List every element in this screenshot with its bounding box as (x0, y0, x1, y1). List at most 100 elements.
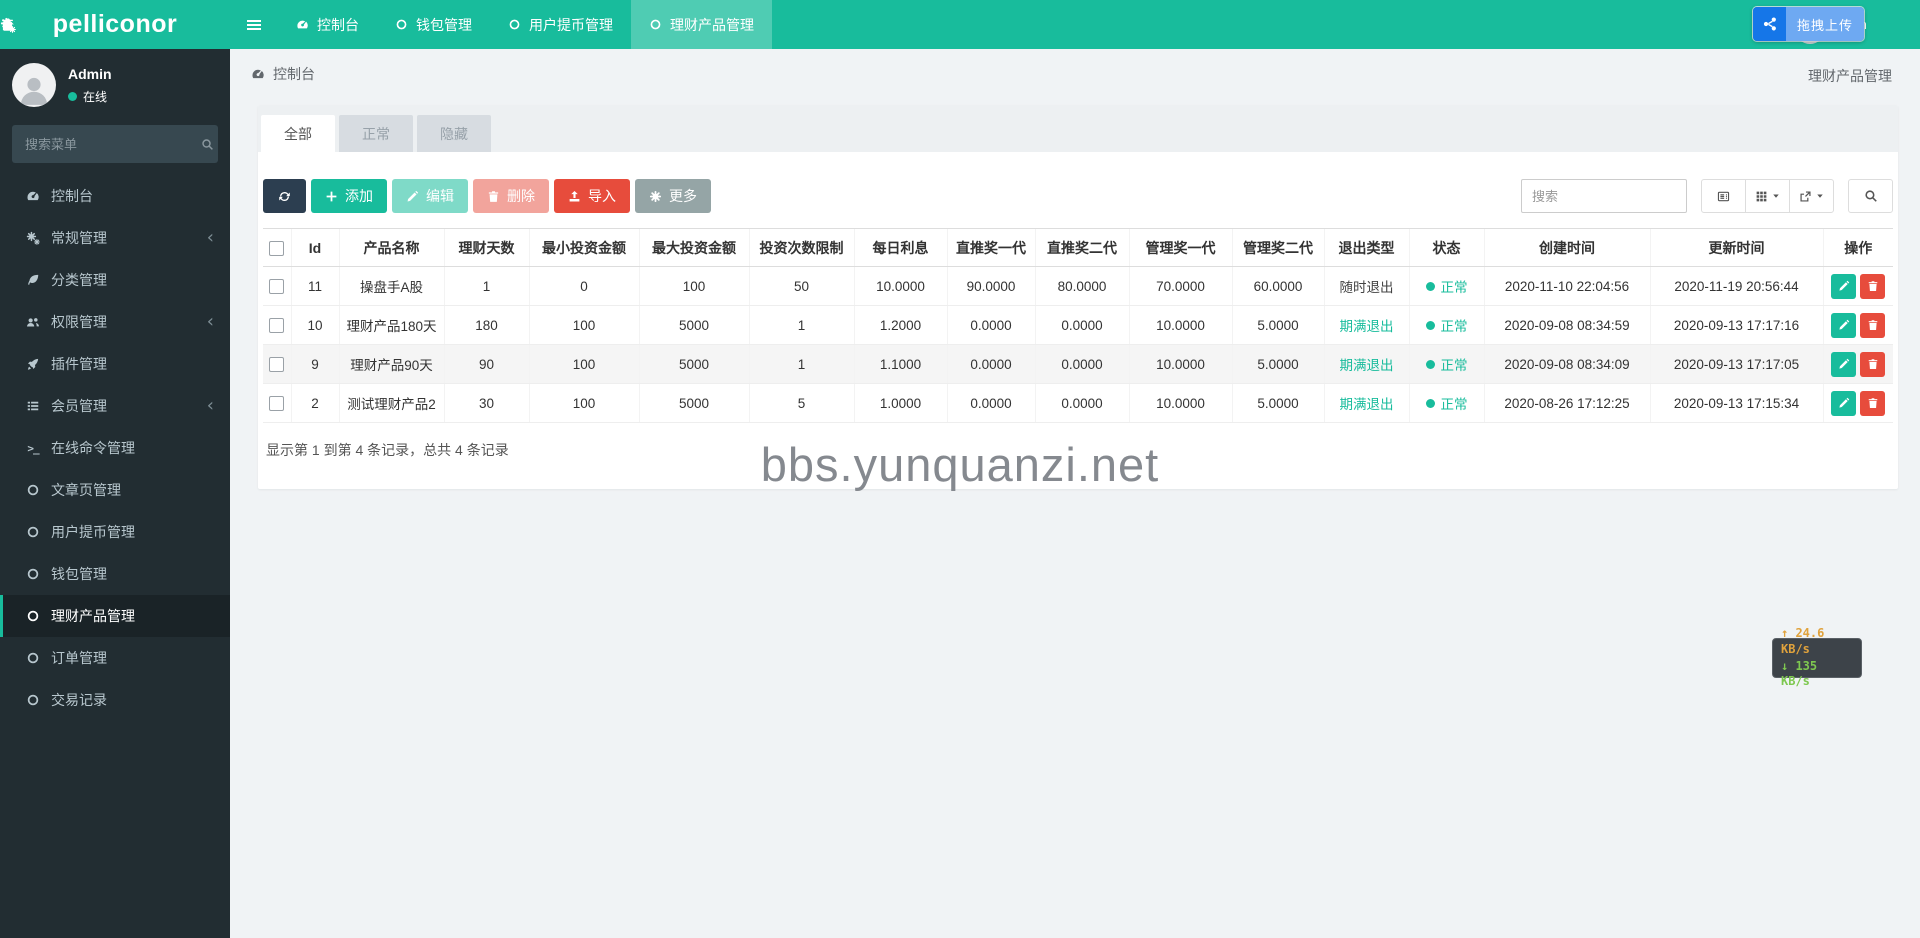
cell-direct1: 0.0000 (946, 383, 1035, 423)
table-header-row: Id 产品名称 理财天数 最小投资金额 最大投资金额 投资次数限制 每日利息 直推奖一代 直推奖… (263, 228, 1893, 267)
menu-search-input[interactable] (25, 136, 201, 152)
detail-view-button[interactable] (1701, 179, 1746, 213)
row-edit-button[interactable] (1831, 351, 1857, 377)
filter-tab-1[interactable]: 全部 (261, 115, 335, 152)
add-button[interactable]: 添加 (311, 179, 387, 213)
cell-actions (1822, 266, 1893, 306)
col-header-5[interactable]: 最大投资金额 (638, 228, 749, 267)
import-button[interactable]: 导入 (554, 179, 630, 213)
table-row-9: 9 理财产品90天 90 100 5000 1 1.1000 0.0000 0.0000 10.0… (263, 344, 1893, 384)
table-search-input[interactable] (1521, 179, 1687, 213)
topnav-tab-label: 控制台 (317, 16, 359, 33)
cell-min: 100 (528, 383, 639, 423)
columns-button[interactable] (1745, 179, 1790, 213)
cell-updated: 2020-09-13 17:17:05 (1649, 344, 1823, 384)
row-checkbox[interactable] (269, 278, 285, 294)
sidebar-item-12[interactable]: 订单管理 (0, 637, 230, 679)
sidebar-item-label: 订单管理 (51, 650, 107, 666)
sidebar-item-10[interactable]: 钱包管理 (0, 553, 230, 595)
delete-button[interactable]: 删除 (473, 179, 549, 213)
col-header-11[interactable]: 管理奖二代 (1231, 228, 1324, 267)
more-button[interactable]: 更多 (635, 179, 711, 213)
panel-body: 添加 编辑 删除 导入 更多 Id产品名称 (258, 152, 1898, 460)
upload-icon (568, 190, 581, 203)
breadcrumb[interactable]: 控制台 (251, 64, 315, 84)
topnav-tab-2[interactable]: 钱包管理 (377, 0, 490, 49)
caret-down-icon (1816, 192, 1824, 200)
sidebar: Admin 在线 控制台常规管理 ‹ 分类管理权限管理 ‹ 插件管理会员管理 ‹ >_ 在线命… (0, 49, 230, 938)
row-delete-button[interactable] (1860, 390, 1886, 416)
sidebar-item-5[interactable]: 插件管理 (0, 343, 230, 385)
filter-tab-3[interactable]: 隐藏 (417, 115, 491, 152)
row-edit-button[interactable] (1831, 312, 1857, 338)
topnav-tab-3[interactable]: 用户提币管理 (490, 0, 631, 49)
col-header-2[interactable]: 产品名称 (338, 228, 444, 267)
refresh-button[interactable] (263, 179, 306, 213)
circle-o-icon (22, 567, 44, 581)
col-header-1[interactable]: Id (290, 228, 339, 267)
col-header-12[interactable]: 退出类型 (1323, 228, 1409, 267)
cell-created: 2020-08-26 17:12:25 (1483, 383, 1650, 423)
row-delete-button[interactable] (1860, 312, 1886, 338)
sidebar-item-4[interactable]: 权限管理 ‹ (0, 301, 230, 343)
edit-button[interactable]: 编辑 (392, 179, 468, 213)
filter-tab-2[interactable]: 正常 (339, 115, 413, 152)
sidebar-item-9[interactable]: 用户提币管理 (0, 511, 230, 553)
sidebar-item-2[interactable]: 常规管理 ‹ (0, 217, 230, 259)
pencil-icon (1838, 319, 1850, 331)
sidebar-item-8[interactable]: 文章页管理 (0, 469, 230, 511)
row-edit-button[interactable] (1831, 390, 1857, 416)
plus-icon (325, 190, 338, 203)
cell-direct1: 0.0000 (946, 305, 1035, 345)
topnav-tab-4[interactable]: 理财产品管理 (631, 0, 772, 49)
col-header-4[interactable]: 最小投资金额 (528, 228, 639, 267)
cell-exit-type[interactable]: 期满退出 (1323, 305, 1409, 345)
cell-max: 100 (638, 266, 749, 306)
col-header-7[interactable]: 每日利息 (853, 228, 947, 267)
col-header-8[interactable]: 直推奖一代 (946, 228, 1035, 267)
cell-status: 正常 (1408, 344, 1484, 384)
sidebar-item-6[interactable]: 会员管理 ‹ (0, 385, 230, 427)
circle-o-icon (22, 651, 44, 665)
col-header-16[interactable]: 操作 (1822, 228, 1893, 267)
row-edit-button[interactable] (1831, 273, 1857, 299)
sidebar-item-7[interactable]: >_ 在线命令管理 (0, 427, 230, 469)
breadcrumb-label: 控制台 (273, 66, 315, 82)
col-header-6[interactable]: 投资次数限制 (748, 228, 854, 267)
status-dot (1425, 320, 1435, 330)
user-avatar[interactable] (12, 63, 56, 107)
sidebar-item-3[interactable]: 分类管理 (0, 259, 230, 301)
sidebar-toggle-button[interactable] (232, 0, 276, 49)
sidebar-item-11[interactable]: 理财产品管理 (0, 595, 230, 637)
sidebar-item-13[interactable]: 交易记录 (0, 679, 230, 721)
row-delete-button[interactable] (1860, 351, 1886, 377)
cell-exit-type[interactable]: 期满退出 (1323, 383, 1409, 423)
row-checkbox[interactable] (269, 356, 285, 372)
export-button[interactable] (1789, 179, 1834, 213)
sidebar-item-label: 用户提币管理 (51, 524, 135, 540)
row-delete-button[interactable] (1860, 273, 1886, 299)
cell-status: 正常 (1408, 266, 1484, 306)
cell-exit-type[interactable]: 随时退出 (1323, 266, 1409, 306)
common-search-toggle-button[interactable] (1848, 179, 1893, 213)
record-summary: 显示第 1 到第 4 条记录，总共 4 条记录 (266, 442, 509, 458)
cell-created: 2020-11-10 22:04:56 (1483, 266, 1650, 306)
drag-upload-badge[interactable]: 拖拽上传 (1753, 7, 1865, 41)
row-checkbox[interactable] (269, 395, 285, 411)
select-all-checkbox[interactable] (269, 240, 285, 256)
col-header-15[interactable]: 更新时间 (1649, 228, 1823, 267)
cell-limit: 1 (748, 344, 854, 384)
col-header-10[interactable]: 管理奖一代 (1128, 228, 1232, 267)
col-header-9[interactable]: 直推奖二代 (1034, 228, 1129, 267)
topnav-tab-1[interactable]: 控制台 (278, 0, 377, 49)
cogs-icon (0, 17, 16, 33)
col-header-13[interactable]: 状态 (1408, 228, 1484, 267)
person-icon (17, 73, 51, 107)
sidebar-item-1[interactable]: 控制台 (0, 175, 230, 217)
row-checkbox[interactable] (269, 317, 285, 333)
cell-exit-type[interactable]: 期满退出 (1323, 344, 1409, 384)
list-icon (22, 399, 44, 413)
col-header-3[interactable]: 理财天数 (443, 228, 529, 267)
settings-button[interactable] (0, 0, 16, 49)
col-header-14[interactable]: 创建时间 (1483, 228, 1650, 267)
